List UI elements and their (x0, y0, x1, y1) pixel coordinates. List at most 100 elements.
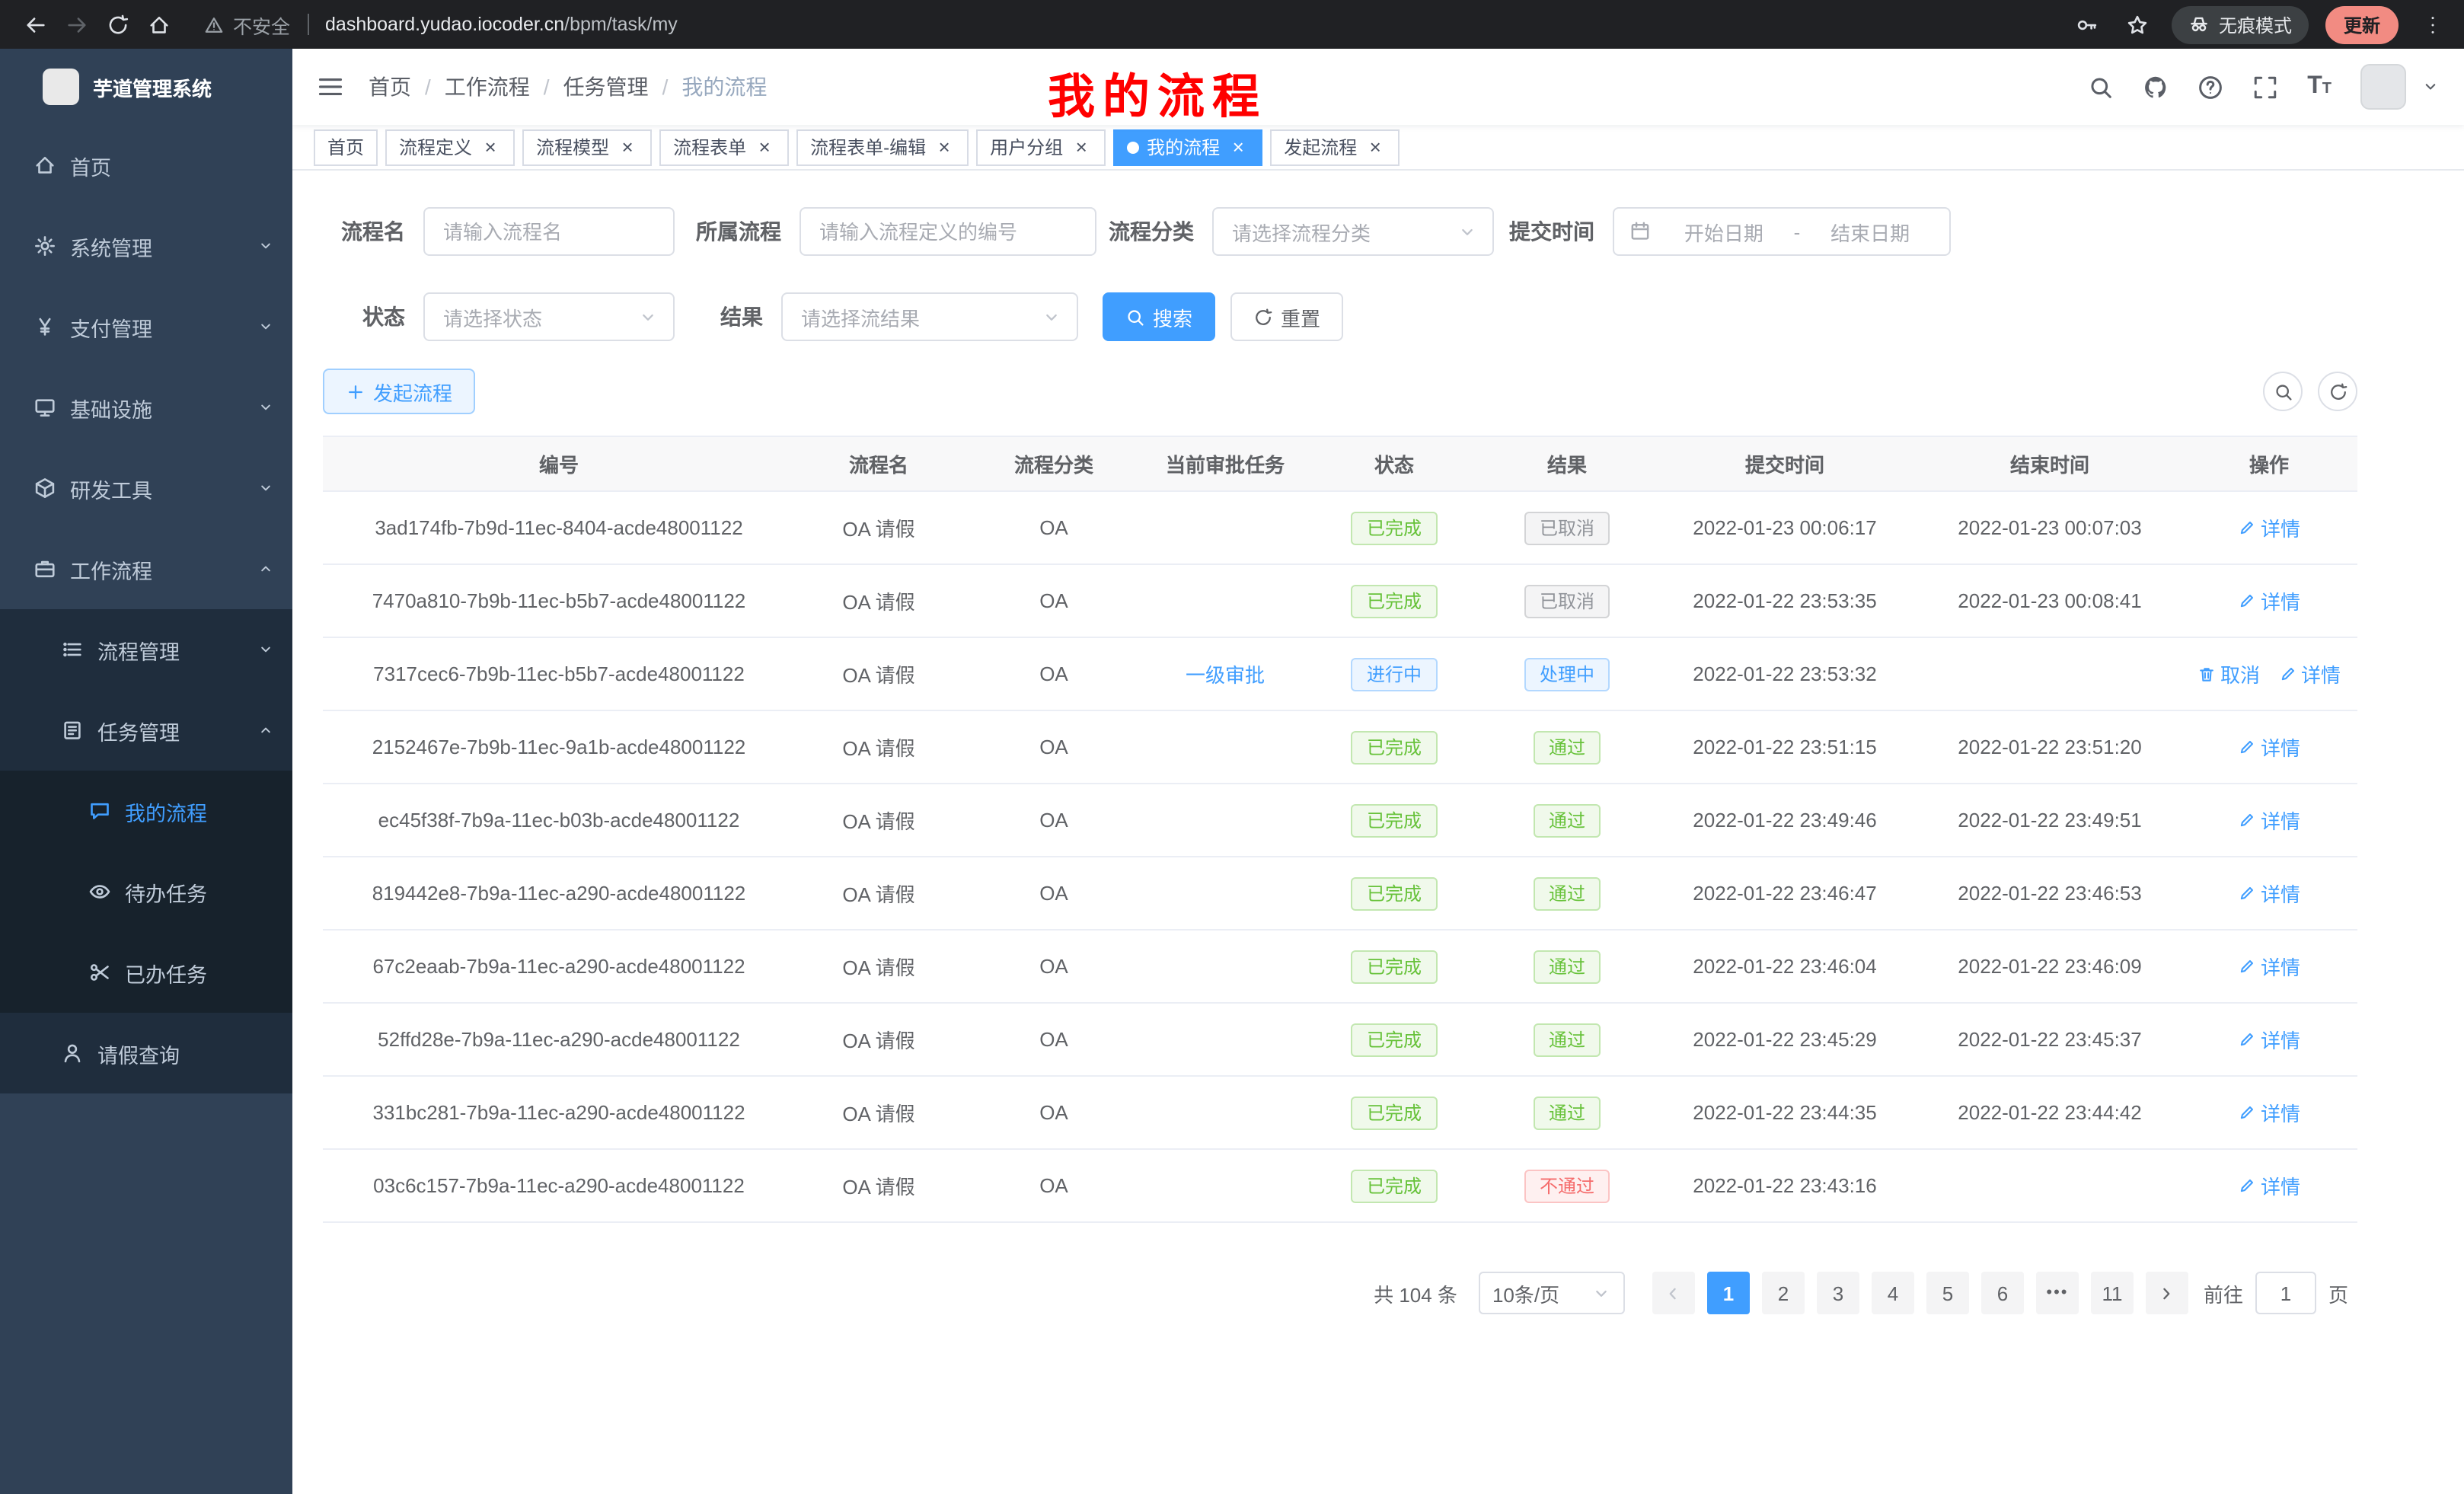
tab-start-process[interactable]: 发起流程× (1270, 129, 1400, 165)
cell-process-name: OA 请假 (795, 491, 962, 564)
chevron-down-icon (1457, 222, 1477, 241)
bookmark-star-icon[interactable] (2121, 8, 2155, 41)
browser-menu-icon[interactable] (2415, 8, 2449, 41)
chevron-down-icon[interactable] (2421, 78, 2440, 96)
detail-link[interactable]: 详情 (2238, 806, 2300, 835)
sidebar-item-todo-tasks[interactable]: 待办任务 (0, 851, 292, 932)
next-page-button[interactable] (2146, 1272, 2188, 1314)
page-button-1[interactable]: 1 (1707, 1272, 1750, 1314)
back-icon[interactable] (15, 4, 56, 45)
breadcrumb-item[interactable]: 首页 (369, 72, 411, 102)
detail-link[interactable]: 详情 (2238, 1098, 2300, 1127)
detail-link[interactable]: 详情 (2278, 659, 2341, 688)
process-name-input[interactable] (423, 207, 675, 256)
page-button-6[interactable]: 6 (1981, 1272, 2024, 1314)
sidebar-item-system[interactable]: 系统管理 (0, 206, 292, 286)
tab-process-form-edit[interactable]: 流程表单-编辑× (796, 129, 969, 165)
sidebar-item-payment[interactable]: 支付管理 (0, 286, 292, 367)
close-icon[interactable]: × (1227, 137, 1249, 157)
page-button-5[interactable]: 5 (1926, 1272, 1969, 1314)
tab-my-process[interactable]: 我的流程× (1113, 129, 1262, 165)
detail-link[interactable]: 详情 (2238, 733, 2300, 761)
page-size-select[interactable]: 10条/页 (1479, 1272, 1625, 1314)
search-icon[interactable] (2088, 74, 2114, 100)
close-icon[interactable]: × (1071, 137, 1092, 157)
table-row: 7470a810-7b9b-11ec-b5b7-acde48001122OA 请… (323, 564, 2357, 637)
table-row: 52ffd28e-7b9a-11ec-a290-acde48001122OA 请… (323, 1003, 2357, 1076)
category-placeholder: 请选择流程分类 (1232, 217, 1457, 246)
submit-time-range-picker[interactable]: 开始日期 - 结束日期 (1613, 207, 1951, 256)
action-label: 详情 (2261, 733, 2300, 761)
sidebar-item-leave-query[interactable]: 请假查询 (0, 1013, 292, 1093)
browser-home-icon[interactable] (139, 4, 180, 45)
close-icon[interactable]: × (754, 137, 775, 157)
fullscreen-icon[interactable] (2252, 74, 2278, 100)
reset-button[interactable]: 重置 (1230, 292, 1343, 341)
update-button[interactable]: 更新 (2325, 5, 2399, 43)
sidebar-item-infrastructure[interactable]: 基础设施 (0, 367, 292, 448)
category-select[interactable]: 请选择流程分类 (1212, 207, 1494, 256)
page-button-2[interactable]: 2 (1762, 1272, 1805, 1314)
detail-link[interactable]: 详情 (2238, 879, 2300, 908)
address-bar[interactable]: 不安全 dashboard.yudao.iocoder.cn/bpm/task/… (192, 5, 2059, 44)
detail-link[interactable]: 详情 (2238, 952, 2300, 981)
detail-link[interactable]: 详情 (2238, 586, 2300, 615)
more-pages-icon[interactable]: ••• (2036, 1272, 2079, 1314)
action-label: 详情 (2261, 1171, 2300, 1200)
github-icon[interactable] (2143, 74, 2169, 100)
detail-link[interactable]: 详情 (2238, 1025, 2300, 1054)
tab-home[interactable]: 首页 (314, 129, 378, 165)
goto-page-input[interactable] (2255, 1272, 2316, 1314)
tab-process-definition[interactable]: 流程定义× (385, 129, 515, 165)
search-button[interactable]: 搜索 (1103, 292, 1215, 341)
url-path: /bpm/task/my (564, 14, 678, 35)
security-label[interactable]: 不安全 (233, 10, 290, 39)
result-select[interactable]: 请选择流结果 (781, 292, 1078, 341)
tab-label: 流程表单 (673, 134, 746, 160)
sidebar-item-home[interactable]: 首页 (0, 125, 292, 206)
close-icon[interactable]: × (617, 137, 638, 157)
breadcrumb-item[interactable]: 任务管理 (563, 72, 649, 102)
close-icon[interactable]: × (480, 137, 501, 157)
avatar[interactable] (2360, 64, 2406, 110)
sidebar-item-workflow[interactable]: 工作流程 (0, 528, 292, 609)
sidebar-item-label: 支付管理 (70, 311, 152, 342)
status-select[interactable]: 请选择状态 (423, 292, 675, 341)
breadcrumb-item[interactable]: 工作流程 (445, 72, 530, 102)
tab-user-group[interactable]: 用户分组× (976, 129, 1106, 165)
toggle-search-button[interactable] (2263, 372, 2303, 411)
detail-link[interactable]: 详情 (2238, 1171, 2300, 1200)
font-size-icon[interactable]: TT (2307, 73, 2332, 101)
sidebar-item-done-tasks[interactable]: 已办任务 (0, 932, 292, 1013)
reload-icon[interactable] (97, 4, 139, 45)
refresh-table-button[interactable] (2318, 372, 2357, 411)
sidebar-item-process-mgmt[interactable]: 流程管理 (0, 609, 292, 690)
help-icon[interactable] (2197, 74, 2223, 100)
close-icon[interactable]: × (934, 137, 955, 157)
page-button-11[interactable]: 11 (2091, 1272, 2134, 1314)
sidebar-item-task-mgmt[interactable]: 任务管理 (0, 690, 292, 771)
cancel-link[interactable]: 取消 (2197, 659, 2260, 688)
detail-link[interactable]: 详情 (2238, 513, 2300, 542)
sidebar-item-devtools[interactable]: 研发工具 (0, 448, 292, 528)
page-button-3[interactable]: 3 (1817, 1272, 1859, 1314)
sidebar-item-my-process[interactable]: 我的流程 (0, 771, 292, 851)
tab-process-form[interactable]: 流程表单 × (659, 129, 789, 165)
cell-id: 7470a810-7b9b-11ec-b5b7-acde48001122 (323, 564, 795, 637)
page-button-4[interactable]: 4 (1872, 1272, 1914, 1314)
hamburger-icon[interactable] (317, 73, 344, 101)
incognito-badge: 无痕模式 (2172, 5, 2309, 43)
tab-process-model[interactable]: 流程模型× (522, 129, 652, 165)
create-process-button[interactable]: 发起流程 (323, 369, 475, 414)
cell-result: 通过 (1483, 1076, 1651, 1149)
process-def-input[interactable] (800, 207, 1096, 256)
key-icon[interactable] (2071, 8, 2105, 41)
column-header: 操作 (2181, 436, 2357, 491)
app-logo[interactable]: 芋道管理系统 (0, 49, 292, 125)
scissors-icon (88, 961, 111, 984)
prev-page-button[interactable] (1652, 1272, 1695, 1314)
search-icon (1125, 307, 1145, 327)
forward-icon[interactable] (56, 4, 97, 45)
current-task-link[interactable]: 一级审批 (1186, 664, 1265, 687)
close-icon[interactable]: × (1364, 137, 1386, 157)
